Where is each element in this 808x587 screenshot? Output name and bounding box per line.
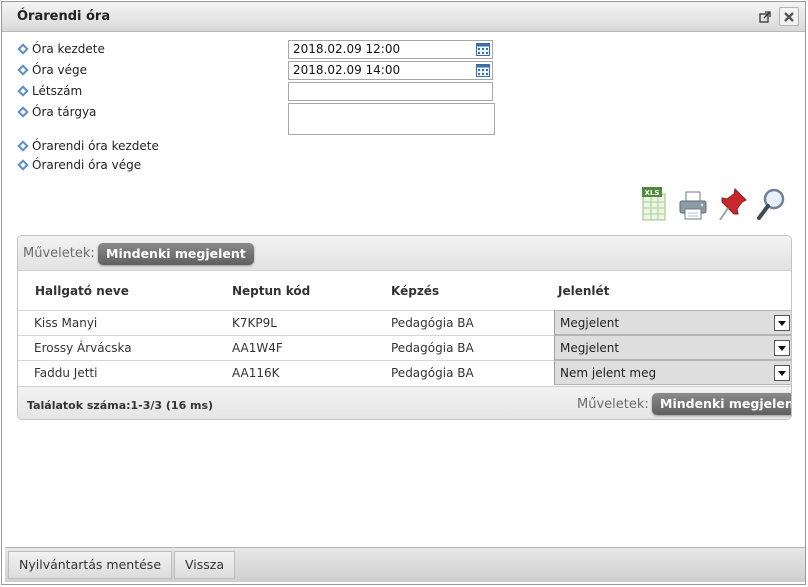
operations-label: Műveletek:	[23, 246, 95, 261]
field-ora-vege: Óra vége	[17, 62, 87, 78]
dropdown-arrow-icon[interactable]	[774, 315, 790, 331]
letszam-input[interactable]	[288, 82, 493, 101]
ora-vege-input[interactable]: 2018.02.09 14:00	[288, 61, 493, 80]
cell-neptun: K7KP9L	[232, 316, 277, 330]
xls-export-icon[interactable]: XLS	[639, 186, 671, 226]
cell-neptun: AA1W4F	[232, 341, 283, 355]
bullet-diamond-icon	[17, 106, 29, 118]
cell-kepzes: Pedagógia BA	[391, 341, 474, 355]
cell-kepzes: Pedagógia BA	[391, 366, 474, 380]
attendance-select[interactable]: Nem jelent meg	[554, 360, 791, 385]
ora-targya-textarea[interactable]	[288, 103, 495, 135]
table-row[interactable]: Kiss Manyi K7KP9L Pedagógia BA Megjelent	[18, 310, 791, 335]
print-icon[interactable]	[677, 186, 709, 226]
bullet-diamond-icon	[17, 159, 29, 171]
attendance-grid: Műveletek: Mindenki megjelent Hallgató n…	[17, 235, 792, 420]
cell-name: Kiss Manyi	[34, 316, 98, 330]
column-header-neptun[interactable]: Neptun kód	[232, 284, 310, 298]
cell-neptun: AA116K	[232, 366, 280, 380]
calendar-icon[interactable]	[476, 43, 490, 56]
column-header-kepzes[interactable]: Képzés	[391, 284, 439, 298]
footer-operations-label: Műveletek:	[577, 397, 649, 412]
close-icon[interactable]	[779, 7, 799, 26]
column-header-name[interactable]: Hallgató neve	[35, 284, 129, 298]
dropdown-arrow-icon[interactable]	[774, 340, 790, 356]
field-orarendi-ora-kezdete: Órarendi óra kezdete	[17, 138, 159, 154]
title-bar: Órarendi óra	[2, 2, 805, 32]
dialog-window: Órarendi óra Óra kezdete 2018.02.09 12:0…	[1, 1, 806, 585]
pin-icon[interactable]	[717, 186, 749, 226]
table-row[interactable]: Erossy Árvácska AA1W4F Pedagógia BA Megj…	[18, 335, 791, 360]
bullet-diamond-icon	[17, 64, 29, 76]
attendance-select[interactable]: Megjelent	[554, 310, 791, 335]
field-ora-kezdete: Óra kezdete	[17, 41, 105, 57]
bottom-action-bar: Nyilvántartás mentése Vissza	[5, 547, 805, 582]
field-letszam: Létszám	[17, 83, 82, 99]
ora-kezdete-input[interactable]: 2018.02.09 12:00	[288, 40, 493, 59]
dialog-title: Órarendi óra	[17, 9, 111, 24]
field-orarendi-ora-vege: Órarendi óra vége	[17, 157, 141, 173]
grid-footer-bar: Találatok száma:1-3/3 (16 ms) Műveletek:…	[18, 386, 791, 419]
bullet-diamond-icon	[17, 85, 29, 97]
calendar-icon[interactable]	[476, 64, 490, 77]
search-icon[interactable]	[755, 186, 787, 226]
cell-kepzes: Pedagógia BA	[391, 316, 474, 330]
bullet-diamond-icon	[17, 43, 29, 55]
cell-name: Faddu Jetti	[34, 366, 98, 380]
svg-text:XLS: XLS	[645, 189, 660, 197]
field-ora-targya: Óra tárgya	[17, 104, 96, 120]
cell-name: Erossy Árvácska	[34, 341, 132, 355]
column-header-jelenlet[interactable]: Jelenlét	[558, 284, 609, 298]
everyone-present-button[interactable]: Mindenki megjelent	[98, 243, 254, 265]
popout-icon[interactable]	[755, 7, 775, 26]
footer-everyone-present-button[interactable]: Mindenki megjelent	[652, 393, 791, 415]
grid-header-bar: Műveletek: Mindenki megjelent	[18, 236, 791, 271]
attendance-select[interactable]: Megjelent	[554, 335, 791, 360]
save-attendance-button[interactable]: Nyilvántartás mentése	[8, 551, 173, 579]
dropdown-arrow-icon[interactable]	[774, 365, 790, 381]
bullet-diamond-icon	[17, 140, 29, 152]
results-count: Találatok száma:1-3/3 (16 ms)	[27, 399, 214, 412]
back-button[interactable]: Vissza	[174, 551, 235, 579]
table-row[interactable]: Faddu Jetti AA116K Pedagógia BA Nem jele…	[18, 360, 791, 385]
